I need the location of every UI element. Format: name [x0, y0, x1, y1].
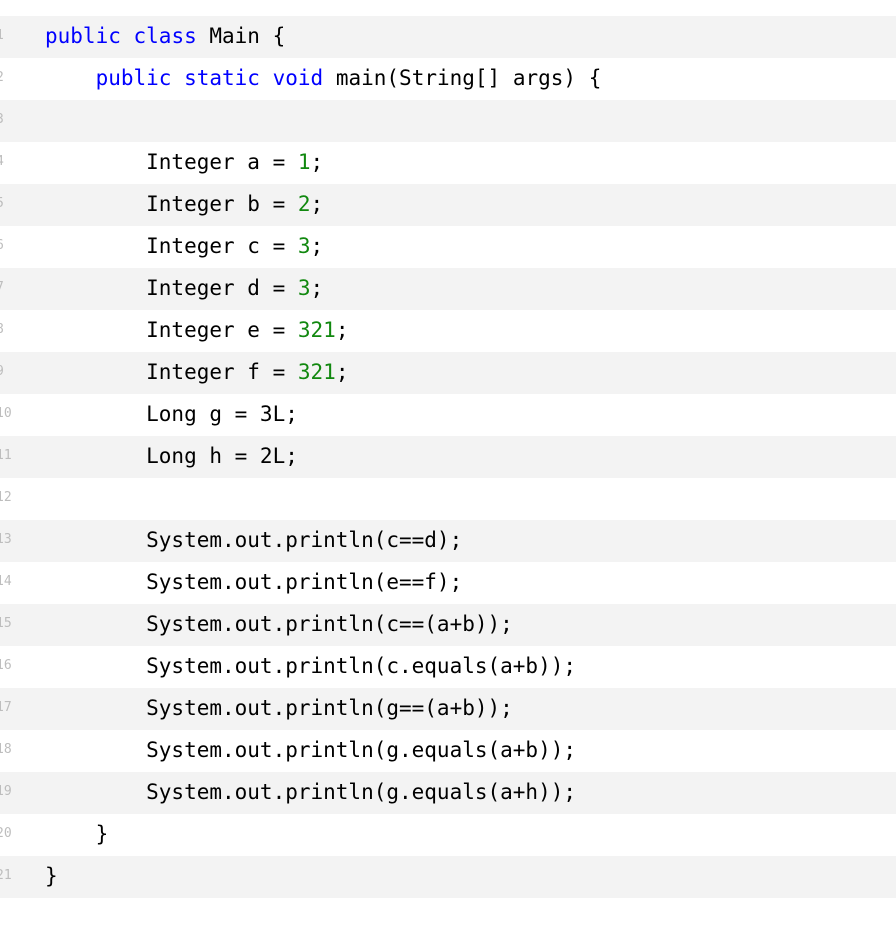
- line-number: 8: [0, 310, 8, 350]
- line-number: 1: [0, 16, 8, 56]
- line-number: 18: [0, 742, 12, 757]
- code-text: System.out.println(g.equals(a+b));: [45, 738, 577, 762]
- line-number: 20: [0, 826, 12, 841]
- code-block: 1 public class Main { 2 public static void…: [0, 16, 896, 898]
- code-text: Integer f = 321;: [45, 360, 349, 384]
- code-line: 11 Long h = 2L;: [0, 436, 896, 478]
- line-number: 17: [0, 700, 12, 715]
- code-text: Long h = 2L;: [45, 444, 298, 468]
- code-line: 17 System.out.println(g==(a+b));: [0, 688, 896, 730]
- code-line: 4 Integer a = 1;: [0, 142, 896, 184]
- code-line: 14 System.out.println(e==f);: [0, 562, 896, 604]
- line-number: 11: [0, 448, 12, 463]
- line-number: 15: [0, 616, 12, 631]
- code-text: System.out.println(c==d);: [45, 528, 463, 552]
- code-line: 12: [0, 478, 896, 520]
- line-number: 13: [0, 532, 12, 547]
- line-number: 4: [0, 142, 8, 182]
- code-text: System.out.println(c==(a+b));: [45, 612, 513, 636]
- code-text: Long g = 3L;: [45, 402, 298, 426]
- code-line: 8 Integer e = 321;: [0, 310, 896, 352]
- code-text: public static void main(String[] args) {: [95, 66, 602, 90]
- code-text: public class Main {: [45, 24, 286, 48]
- code-text: System.out.println(e==f);: [45, 570, 463, 594]
- line-number: 5: [0, 184, 8, 224]
- code-text: Integer e = 321;: [45, 318, 349, 342]
- code-text: System.out.println(c.equals(a+b));: [45, 654, 577, 678]
- code-text: Integer a = 1;: [45, 150, 324, 174]
- code-lines: 1 public class Main { 2 public static void…: [0, 16, 896, 898]
- line-number: 14: [0, 574, 12, 589]
- line-number: 3: [0, 100, 8, 140]
- line-number: 9: [0, 352, 8, 392]
- code-line: 16 System.out.println(c.equals(a+b));: [0, 646, 896, 688]
- code-line: 21}: [0, 856, 896, 898]
- code-line: 10 Long g = 3L;: [0, 394, 896, 436]
- code-text: Integer d = 3;: [45, 276, 324, 300]
- code-line: 15 System.out.println(c==(a+b));: [0, 604, 896, 646]
- line-number: 16: [0, 658, 12, 673]
- code-line: 2 public static void main(String[] args)…: [0, 58, 896, 100]
- code-line: 19 System.out.println(g.equals(a+h));: [0, 772, 896, 814]
- code-text: }: [45, 822, 109, 846]
- code-text: }: [45, 864, 58, 888]
- code-line: 6 Integer c = 3;: [0, 226, 896, 268]
- code-line: 3: [0, 100, 896, 142]
- code-text: System.out.println(g.equals(a+h));: [45, 780, 577, 804]
- line-number: 7: [0, 268, 8, 308]
- line-number: 2: [0, 58, 8, 98]
- code-text: Integer c = 3;: [45, 234, 324, 258]
- line-number: 6: [0, 226, 8, 266]
- line-number: 19: [0, 784, 12, 799]
- line-number: 12: [0, 490, 12, 505]
- code-line: 7 Integer d = 3;: [0, 268, 896, 310]
- code-line: 1 public class Main {: [0, 16, 896, 58]
- code-line: 13 System.out.println(c==d);: [0, 520, 896, 562]
- code-text: Integer b = 2;: [45, 192, 324, 216]
- code-line: 20 }: [0, 814, 896, 856]
- code-line: 18 System.out.println(g.equals(a+b));: [0, 730, 896, 772]
- code-text: System.out.println(g==(a+b));: [45, 696, 513, 720]
- line-number: 10: [0, 406, 12, 421]
- code-line: 9 Integer f = 321;: [0, 352, 896, 394]
- line-number: 21: [0, 868, 12, 883]
- code-line: 5 Integer b = 2;: [0, 184, 896, 226]
